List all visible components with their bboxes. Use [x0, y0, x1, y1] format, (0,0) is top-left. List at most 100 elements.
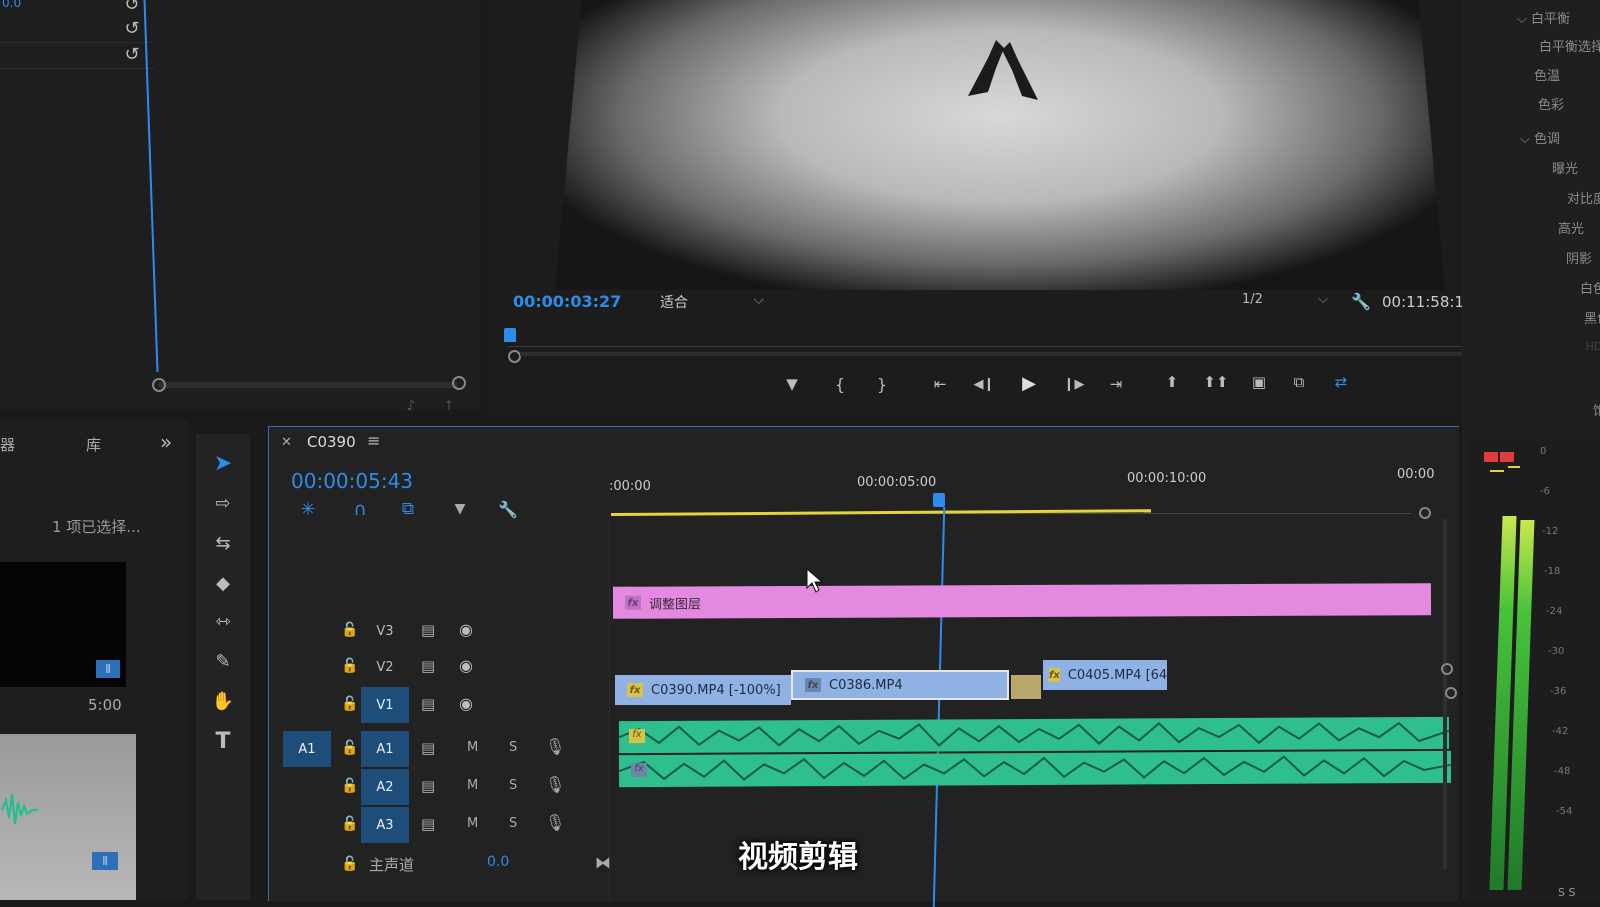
program-playhead[interactable] [504, 328, 516, 342]
scroll-handle-left[interactable] [152, 378, 166, 392]
eye-icon[interactable]: ◉ [459, 694, 473, 713]
audio-toggle-icon[interactable]: ♪ [400, 398, 422, 414]
transition-icon[interactable] [1011, 675, 1041, 699]
param-value[interactable]: 0.0 [2, 0, 21, 10]
pen-tool-icon[interactable]: ✎ [208, 646, 238, 676]
timeline-timecode[interactable]: 00:00:05:43 [291, 469, 413, 493]
lumetri-item[interactable]: 白平衡选择 [1539, 36, 1600, 55]
snap-icon[interactable]: ∩ [347, 497, 373, 521]
mute-button[interactable]: M [467, 778, 478, 793]
solo-button[interactable]: S [509, 816, 517, 831]
lumetri-item[interactable]: 阴影 [1566, 248, 1592, 267]
clip-indicator-left[interactable] [1484, 452, 1498, 462]
video-clip-c0386[interactable]: fx C0386.MP4 [791, 670, 1009, 700]
timeline-playhead[interactable] [932, 507, 946, 907]
reset-icon[interactable]: ↺ [120, 0, 144, 15]
program-timecode-current[interactable]: 00:00:03:27 [513, 292, 621, 311]
master-volume-value[interactable]: 0.0 [487, 854, 509, 870]
slip-tool-icon[interactable]: ⇿ [208, 606, 238, 636]
lumetri-item[interactable]: 色温 [1534, 65, 1560, 84]
sync-lock-icon[interactable]: ▤ [421, 695, 435, 713]
tab-media-browser[interactable]: 器 [0, 434, 15, 455]
video-clip-c0405[interactable]: fx C0405.MP4 [64 [1043, 660, 1167, 690]
lift-icon[interactable]: ⬆ [1158, 370, 1186, 394]
tab-libraries[interactable]: 库 [86, 434, 101, 455]
lumetri-item[interactable]: 高光 [1558, 218, 1584, 237]
mark-out-icon[interactable]: } [870, 372, 894, 396]
vertical-scroll-handle[interactable] [1445, 687, 1457, 699]
scroll-handle-right[interactable] [452, 376, 466, 390]
solo-button[interactable]: S [509, 778, 517, 793]
solo-buttons[interactable]: S S [1558, 886, 1575, 899]
timeline-settings-wrench-icon[interactable]: 🔧 [495, 497, 521, 521]
clip-indicator-right[interactable] [1500, 452, 1514, 462]
go-to-edit-icon[interactable]: ⧓ [595, 853, 611, 872]
lock-icon[interactable]: 🔓 [341, 778, 358, 794]
mute-button[interactable]: M [467, 740, 478, 755]
settings-wrench-icon[interactable]: 🔧 [1350, 290, 1372, 312]
tone-section[interactable]: ⌵ 色调 [1520, 128, 1560, 147]
reset-icon[interactable]: ↺ [120, 18, 144, 39]
vertical-scroll-top[interactable] [1419, 507, 1431, 519]
type-tool-icon[interactable]: T [208, 726, 238, 756]
track-label-a1[interactable]: A1 [361, 731, 409, 767]
lock-icon[interactable]: 🔓 [341, 696, 358, 712]
adjustment-layer-clip[interactable]: fx 调整图层 [612, 583, 1432, 619]
sync-lock-icon[interactable]: ▤ [421, 657, 435, 675]
lock-icon[interactable]: 🔓 [341, 856, 358, 872]
eye-icon[interactable]: ◉ [459, 656, 473, 675]
track-label-v1[interactable]: V1 [361, 687, 409, 723]
microphone-icon[interactable]: 🎙 [545, 737, 565, 756]
ripple-edit-tool-icon[interactable]: ⇆ [208, 528, 238, 558]
razor-tool-icon[interactable]: ◆ [208, 568, 238, 598]
lumetri-item[interactable]: 黑色 [1584, 308, 1600, 327]
sync-lock-icon[interactable]: ▤ [421, 777, 435, 795]
mute-button[interactable]: M [467, 816, 478, 831]
lock-icon[interactable]: 🔓 [341, 622, 358, 638]
go-to-in-icon[interactable]: ⇤ [928, 372, 952, 396]
track-select-tool-icon[interactable]: ⇨ [208, 488, 238, 518]
fit-dropdown[interactable]: 适合 ⌵ [660, 292, 770, 312]
track-label-a3[interactable]: A3 [361, 807, 409, 843]
lumetri-item[interactable]: HDR [1586, 340, 1600, 353]
more-panels-icon[interactable]: » [160, 430, 172, 454]
panel-menu-icon[interactable]: ≡ [367, 431, 380, 450]
camera-icon[interactable]: ▣ [1246, 370, 1272, 394]
hand-tool-icon[interactable]: ✋ [208, 686, 238, 716]
resolution-dropdown[interactable]: 1/2 ⌵ [1242, 292, 1332, 307]
close-icon[interactable]: ✕ [281, 435, 292, 450]
vertical-scroll-handle[interactable] [1441, 663, 1453, 675]
step-forward-icon[interactable]: ❙▶ [1062, 372, 1086, 396]
mark-in-icon[interactable]: { [828, 372, 852, 396]
white-balance-section[interactable]: ⌵ 白平衡 [1517, 8, 1570, 27]
lock-icon[interactable]: 🔓 [341, 740, 358, 756]
reset-icon[interactable]: ↺ [120, 44, 144, 65]
sync-lock-icon[interactable]: ▤ [421, 815, 435, 833]
lock-icon[interactable]: 🔓 [341, 816, 358, 832]
linked-selection-icon[interactable]: ⧉ [395, 497, 421, 521]
play-icon[interactable]: ▶ [1016, 370, 1042, 396]
go-to-out-icon[interactable]: ⇥ [1104, 372, 1128, 396]
zoom-scrollbar[interactable] [158, 382, 458, 388]
step-back-icon[interactable]: ◀❙ [972, 372, 996, 396]
track-label-a2[interactable]: A2 [361, 769, 409, 805]
source-patch-a1[interactable]: A1 [283, 731, 331, 767]
extract-icon[interactable]: ⬆⬆ [1202, 370, 1230, 394]
selection-tool-icon[interactable]: ➤ [208, 448, 238, 478]
keyframe-playhead[interactable] [143, 0, 159, 372]
export-icon[interactable]: ⭡ [438, 398, 460, 414]
audio-clip-a1[interactable]: fx [618, 716, 1450, 754]
video-clip-c0390[interactable]: fx C0390.MP4 [-100%] [615, 675, 791, 705]
lumetri-item[interactable]: 白色 [1580, 278, 1600, 297]
proxy-toggle-icon[interactable]: ⇄ [1328, 370, 1354, 394]
lumetri-item[interactable]: 曝光 [1552, 158, 1578, 177]
lumetri-item[interactable]: 对比度 [1567, 188, 1600, 207]
sync-lock-icon[interactable]: ▤ [421, 739, 435, 757]
microphone-icon[interactable]: 🎙 [545, 775, 565, 794]
track-label-v3[interactable]: V3 [361, 613, 409, 649]
program-scrollbar[interactable] [520, 352, 1480, 356]
microphone-icon[interactable]: 🎙 [545, 813, 565, 832]
audio-clip-a2[interactable]: fx [618, 750, 1452, 788]
add-marker-icon[interactable]: ▼ [447, 497, 473, 521]
program-time-ruler[interactable] [508, 346, 1488, 347]
